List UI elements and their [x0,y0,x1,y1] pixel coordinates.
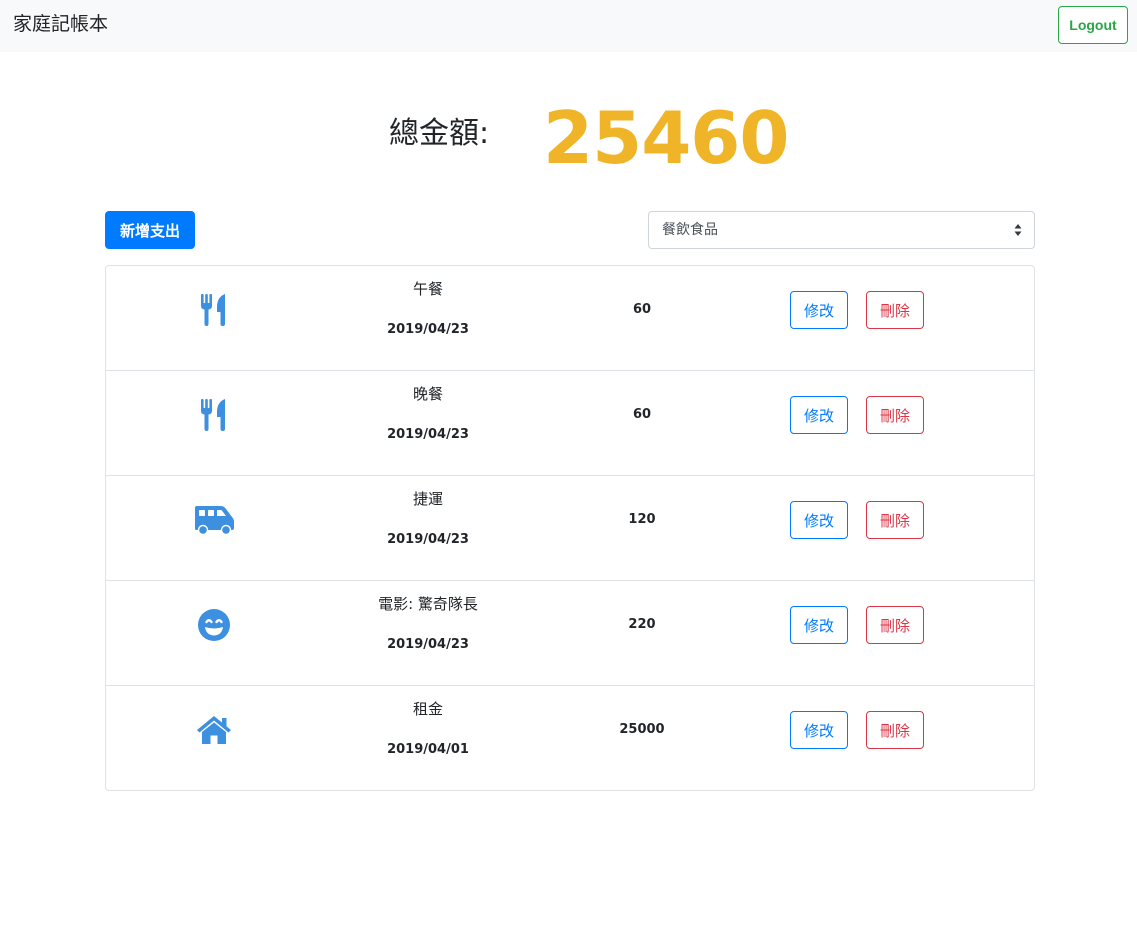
expense-row: 午餐 2019/04/23 60 修改 刪除 [106,266,1034,371]
delete-button[interactable]: 刪除 [866,291,924,329]
expense-row: 電影: 驚奇隊長 2019/04/23 220 修改 刪除 [106,581,1034,686]
category-select-value: 餐飲食品 [662,222,718,238]
record-amount: 220 [628,617,656,632]
record-amount: 60 [632,302,652,317]
utensils-icon [190,395,238,435]
edit-button[interactable]: 修改 [790,291,848,329]
expense-row: 晚餐 2019/04/23 60 修改 刪除 [106,371,1034,476]
edit-button[interactable]: 修改 [790,396,848,434]
record-name: 租金 [412,700,443,718]
grin-icon [190,605,238,645]
delete-button[interactable]: 刪除 [866,711,924,749]
delete-button[interactable]: 刪除 [866,396,924,434]
logout-button[interactable]: Logout [1058,6,1128,44]
record-amount: 25000 [619,722,665,737]
edit-button[interactable]: 修改 [790,711,848,749]
add-expense-button[interactable]: 新增支出 [105,211,195,249]
shuttle-van-icon [190,500,238,540]
record-name: 午餐 [412,280,443,298]
expense-row: 捷運 2019/04/23 120 修改 刪除 [106,476,1034,581]
total-label: 總金額: [389,116,490,151]
record-date: 2019/04/23 [387,322,469,337]
record-date: 2019/04/01 [387,742,469,757]
delete-button[interactable]: 刪除 [866,501,924,539]
record-amount: 120 [628,512,656,527]
record-date: 2019/04/23 [387,532,469,547]
record-name: 晚餐 [412,385,443,403]
record-date: 2019/04/23 [387,427,469,442]
category-select[interactable]: 餐飲食品 [648,211,1035,249]
record-name: 電影: 驚奇隊長 [378,595,478,613]
record-date: 2019/04/23 [387,637,469,652]
expense-list: 午餐 2019/04/23 60 修改 刪除 晚餐 2019/04/23 60 … [105,265,1035,791]
record-name: 捷運 [412,490,443,508]
delete-button[interactable]: 刪除 [866,606,924,644]
edit-button[interactable]: 修改 [790,501,848,539]
home-icon [190,710,238,750]
expense-row: 租金 2019/04/01 25000 修改 刪除 [106,686,1034,791]
utensils-icon [190,290,238,330]
select-caret-icon [1014,224,1022,236]
total-amount: 25460 [543,96,789,180]
navbar: 家庭記帳本 Logout [0,0,1137,52]
edit-button[interactable]: 修改 [790,606,848,644]
record-amount: 60 [632,407,652,422]
app-brand[interactable]: 家庭記帳本 [13,11,108,37]
